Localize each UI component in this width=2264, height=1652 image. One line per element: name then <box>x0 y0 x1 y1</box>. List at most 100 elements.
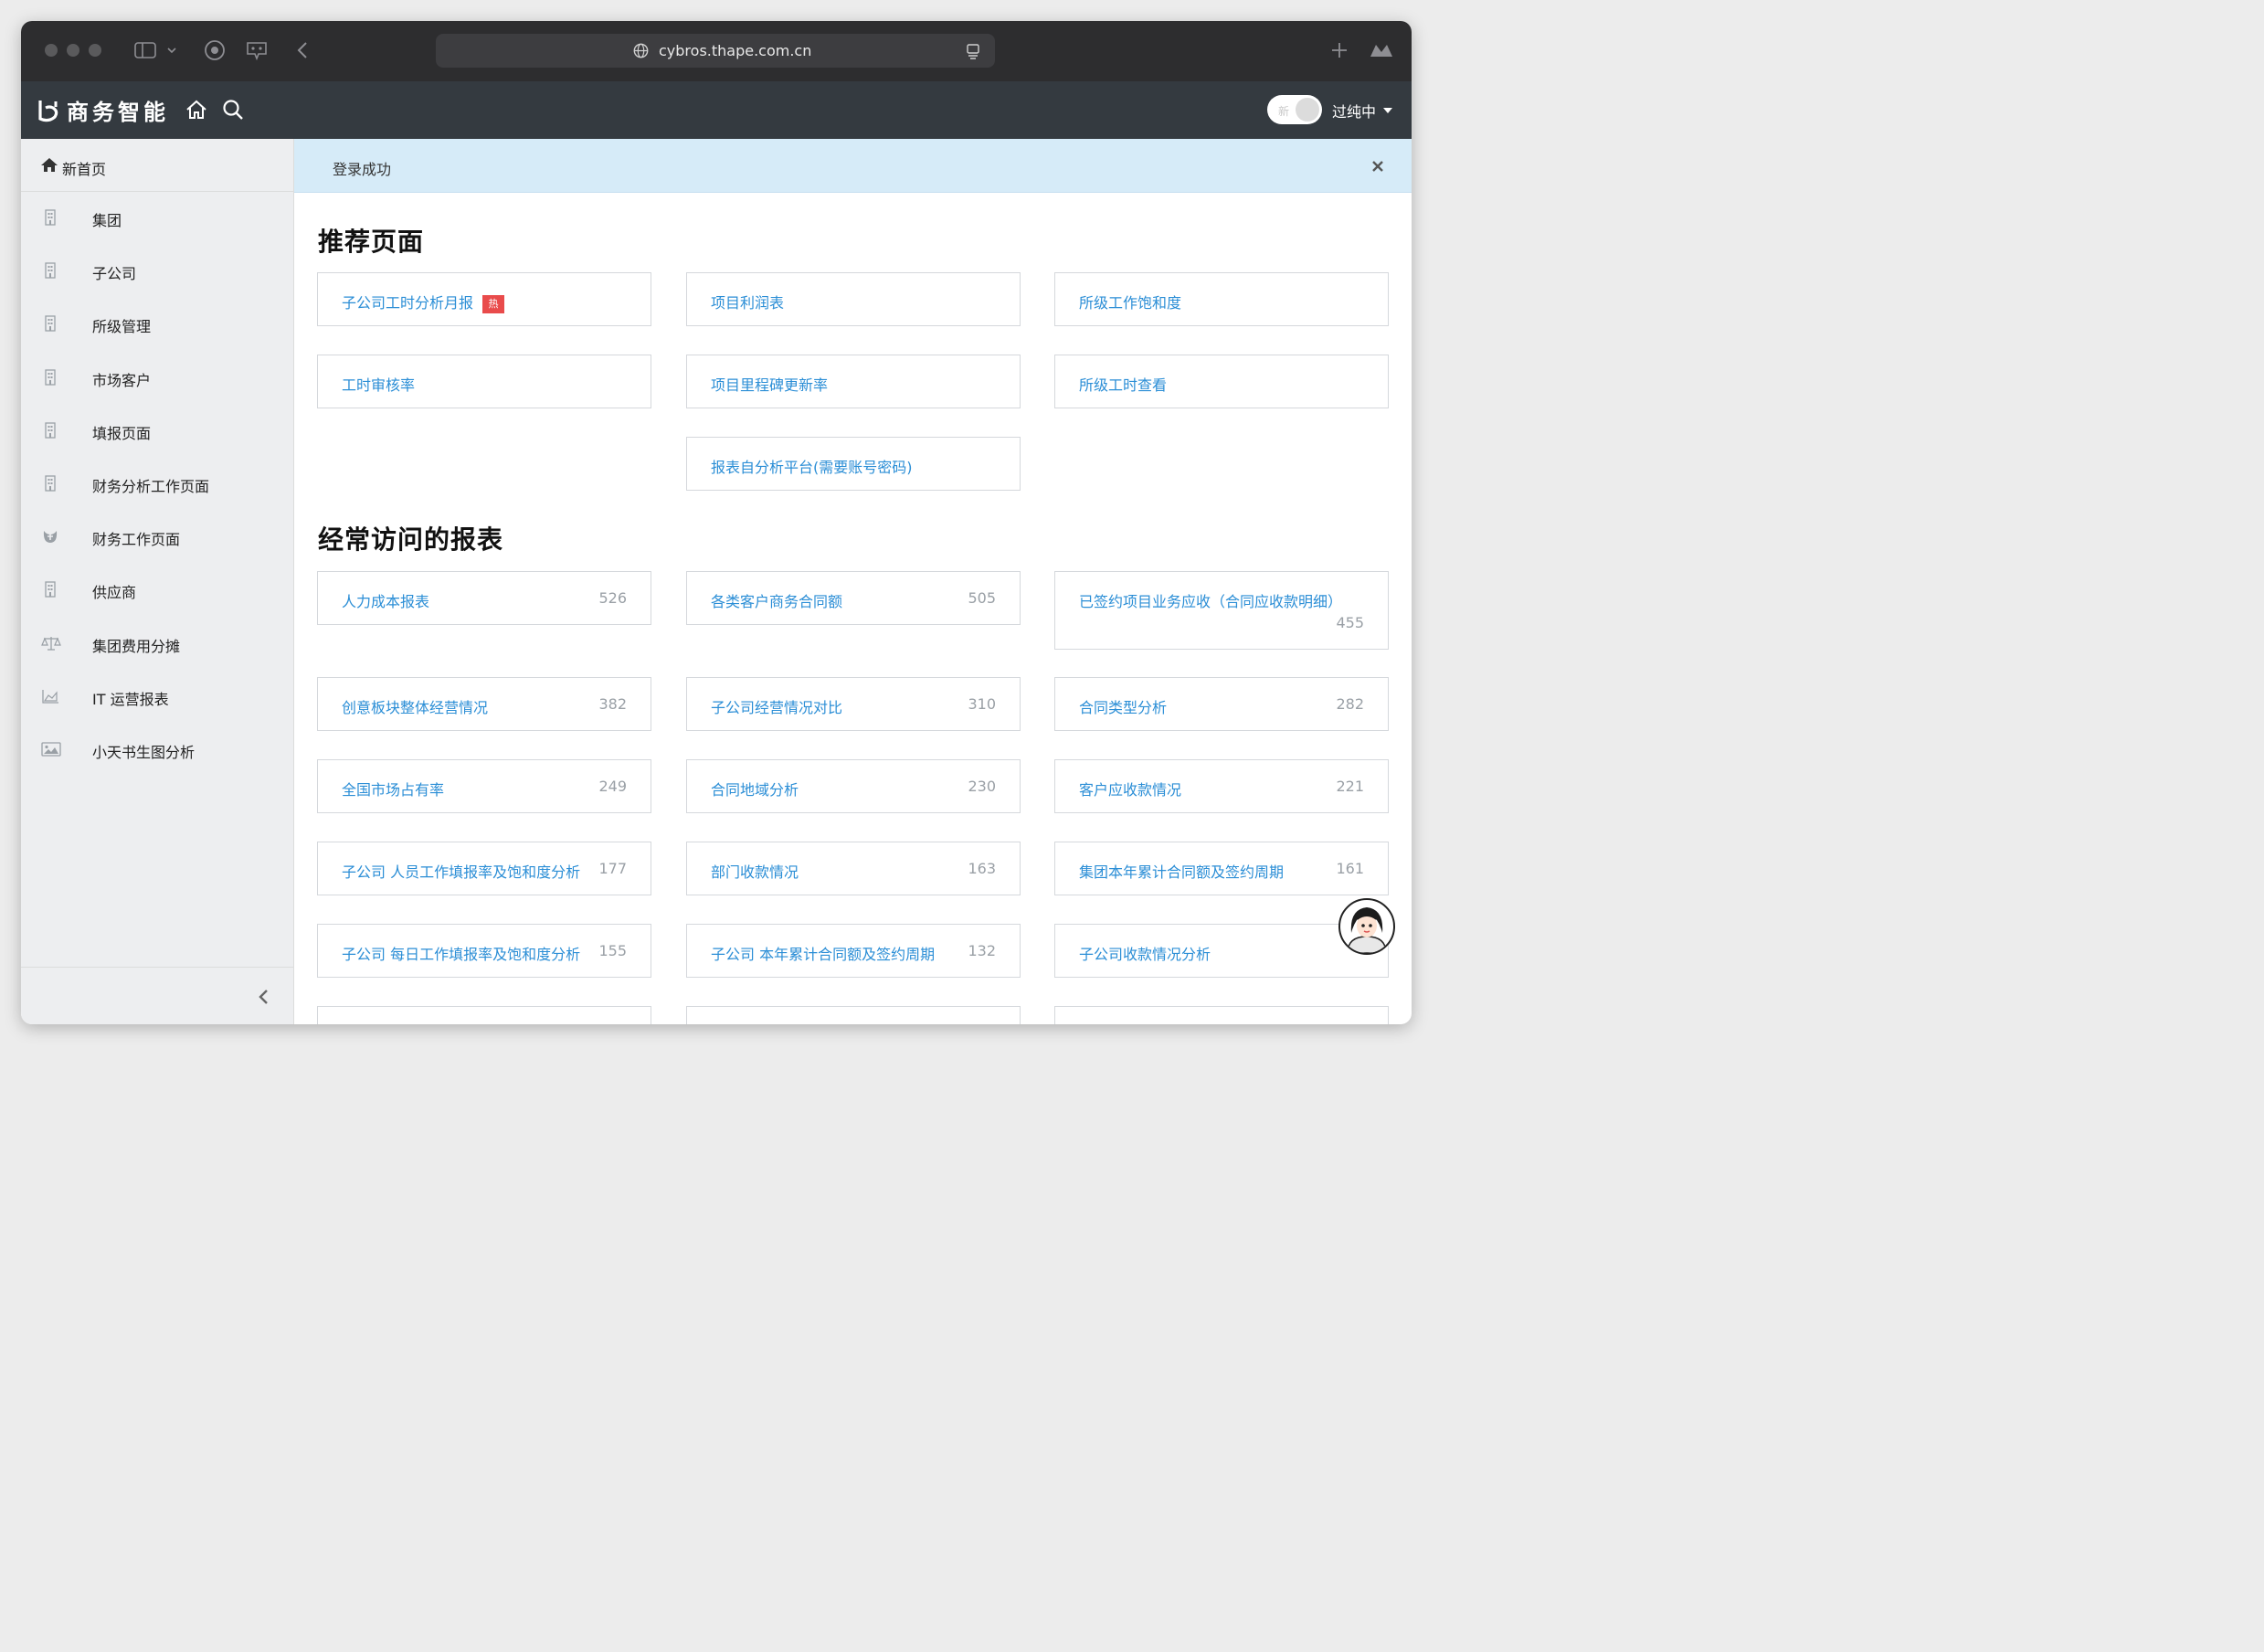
visit-count: 161 <box>1336 860 1364 877</box>
toggle-knob <box>1296 98 1319 122</box>
report-card-label: 集团本年累计合同额及签约周期 <box>1079 863 1285 881</box>
chevron-down-icon[interactable] <box>165 39 178 61</box>
report-card[interactable]: 子公司 每日工作填报率及饱和度分析 155 <box>317 924 651 978</box>
close-window-button[interactable] <box>45 44 58 57</box>
search-icon[interactable] <box>222 99 244 121</box>
recommended-card[interactable]: 所级工时查看 <box>1054 355 1389 408</box>
visit-count: 221 <box>1336 778 1364 795</box>
report-card-label: 子公司 每日工作填报率及饱和度分析 <box>342 946 581 963</box>
brand-logo-icon <box>38 101 58 122</box>
report-card-label: 已签约项目业务应收（合同应收款明细） <box>1079 593 1343 610</box>
building-icon <box>41 422 59 439</box>
building-icon <box>41 581 59 598</box>
finance-icon <box>41 528 59 545</box>
report-card-label: 创意板块整体经营情况 <box>342 699 489 716</box>
alert-message: 登录成功 <box>333 161 392 178</box>
back-icon[interactable] <box>291 39 314 61</box>
sidebar-item[interactable]: IT 运营报表 <box>21 670 293 723</box>
report-card[interactable]: 已签约项目业务应收（合同应收款明细） 455 <box>1054 571 1389 650</box>
recommended-section-title: 推荐页面 <box>318 227 425 257</box>
recommended-card[interactable]: 项目利润表 <box>686 272 1021 326</box>
sidebar-item-label: 新首页 <box>62 161 107 178</box>
building-icon <box>41 262 59 279</box>
report-card[interactable]: 创意板块整体经营情况 382 <box>317 677 651 731</box>
report-card[interactable]: 全国市场占有率 249 <box>317 759 651 813</box>
report-card[interactable]: 子公司经营情况对比 310 <box>686 677 1021 731</box>
report-card[interactable]: 合同类型分析 282 <box>1054 677 1389 731</box>
sidebar-item[interactable]: 小天书生图分析 <box>21 723 293 776</box>
report-card[interactable]: 人力成本报表 526 <box>317 571 651 625</box>
report-card[interactable] <box>686 1006 1021 1024</box>
report-card[interactable]: 集团本年累计合同额及签约周期 161 <box>1054 842 1389 895</box>
visit-count: 230 <box>968 778 996 795</box>
sidebar-toggle-icon[interactable] <box>133 39 157 61</box>
sidebar-item-label: 填报页面 <box>92 424 152 442</box>
report-card-label: 子公司 人员工作填报率及饱和度分析 <box>342 863 581 881</box>
sidebar-item-label: 供应商 <box>92 584 137 602</box>
recommended-card-label: 项目里程碑更新率 <box>711 373 828 395</box>
report-card[interactable]: 部门收款情况 163 <box>686 842 1021 895</box>
recommended-card[interactable]: 子公司工时分析月报热 <box>317 272 651 326</box>
report-card[interactable] <box>1054 1006 1389 1024</box>
frequent-section-title: 经常访问的报表 <box>318 524 504 555</box>
sidebar-item[interactable]: 集团费用分摊 <box>21 617 293 670</box>
recommended-card-label: 工时审核率 <box>342 373 415 395</box>
assistant-avatar[interactable] <box>1338 898 1395 955</box>
report-card[interactable]: 客户应收款情况 221 <box>1054 759 1389 813</box>
report-card[interactable]: 子公司 人员工作填报率及饱和度分析 177 <box>317 842 651 895</box>
visit-count: 382 <box>598 695 627 713</box>
building-icon <box>41 368 59 386</box>
recommended-card[interactable]: 工时审核率 <box>317 355 651 408</box>
visit-count: 282 <box>1336 695 1364 713</box>
sidebar-item[interactable]: 供应商 <box>21 563 293 616</box>
close-icon[interactable] <box>1370 159 1385 174</box>
user-menu[interactable]: 过纯中 <box>1332 100 1376 122</box>
report-card[interactable]: 子公司 本年累计合同额及签约周期 132 <box>686 924 1021 978</box>
card-title: 工时审核率 <box>342 376 416 394</box>
report-card-label: 人力成本报表 <box>342 593 430 610</box>
recommended-card-label: 报表自分析平台(需要账号密码) <box>711 455 913 477</box>
report-card-label: 子公司 本年累计合同额及签约周期 <box>711 946 936 963</box>
sidebar-item[interactable]: 财务分析工作页面 <box>21 457 293 510</box>
collapse-sidebar-icon[interactable] <box>257 988 270 1006</box>
visit-count: 155 <box>598 942 627 959</box>
privacy-report-icon[interactable] <box>203 39 227 61</box>
sidebar-item-label: 所级管理 <box>92 318 152 336</box>
card-title: 所级工作饱和度 <box>1079 294 1182 312</box>
recommended-card[interactable]: 项目里程碑更新率 <box>686 355 1021 408</box>
sidebar-item[interactable]: 财务工作页面 <box>21 510 293 563</box>
building-icon <box>41 209 59 226</box>
home-icon[interactable] <box>185 100 207 120</box>
assistant-face-icon <box>1347 907 1387 953</box>
sidebar-item[interactable]: 填报页面 <box>21 404 293 457</box>
zoom-window-button[interactable] <box>89 44 101 57</box>
sidebar-item[interactable]: 集团 <box>21 191 293 244</box>
sidebar-item[interactable]: 市场客户 <box>21 351 293 404</box>
recommended-card[interactable]: 报表自分析平台(需要账号密码) <box>686 437 1021 491</box>
extension-logo-icon[interactable] <box>1368 39 1395 61</box>
report-card-label: 客户应收款情况 <box>1079 781 1182 799</box>
new-ui-toggle[interactable]: 新 <box>1267 95 1322 124</box>
report-card[interactable]: 各类客户商务合同额 505 <box>686 571 1021 625</box>
report-card[interactable]: 合同地域分析 230 <box>686 759 1021 813</box>
visit-count: 505 <box>968 589 996 607</box>
login-success-alert: 登录成功 <box>294 139 1412 193</box>
report-card-label: 全国市场占有率 <box>342 781 445 799</box>
address-bar[interactable]: cybros.thape.com.cn <box>436 34 995 68</box>
sidebar-item[interactable]: 所级管理 <box>21 297 293 350</box>
sidebar-item[interactable]: 子公司 <box>21 244 293 297</box>
minimize-window-button[interactable] <box>67 44 79 57</box>
recommended-card-label: 所级工作饱和度 <box>1079 291 1181 312</box>
building-icon <box>41 475 59 492</box>
new-tab-icon[interactable] <box>1328 39 1351 61</box>
visit-count: 310 <box>968 695 996 713</box>
recommended-card[interactable]: 所级工作饱和度 <box>1054 272 1389 326</box>
recommended-card-label: 子公司工时分析月报热 <box>342 291 505 313</box>
reader-icon[interactable] <box>966 43 980 59</box>
sidebar-item-home[interactable]: 新首页 <box>21 139 293 192</box>
report-card[interactable] <box>317 1006 651 1024</box>
extension-icon[interactable] <box>245 39 269 61</box>
caret-down-icon[interactable] <box>1383 108 1392 113</box>
sidebar-item-label: 集团 <box>92 212 122 229</box>
sidebar-item-label: 财务工作页面 <box>92 531 181 549</box>
